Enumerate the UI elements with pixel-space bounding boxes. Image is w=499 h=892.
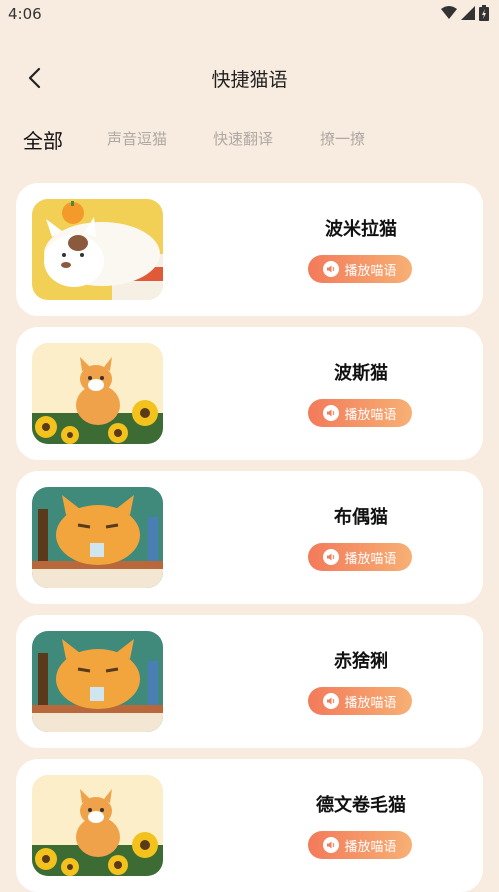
tab-tease[interactable]: 撩一撩 <box>320 128 365 149</box>
tab-quick-translate[interactable]: 快速翻译 <box>213 128 273 149</box>
tab-all[interactable]: 全部 <box>23 125 63 154</box>
cat-card[interactable]: 波斯猫 播放喵语 <box>16 327 483 460</box>
play-meow-button[interactable]: 播放喵语 <box>308 687 412 715</box>
speaker-icon <box>323 693 340 709</box>
play-label: 播放喵语 <box>344 839 397 855</box>
cat-name: 波斯猫 <box>334 363 388 384</box>
speaker-icon <box>323 261 340 277</box>
cat-name: 赤猞猁 <box>334 651 388 672</box>
tab-sound-tease[interactable]: 声音逗猫 <box>107 128 167 149</box>
play-meow-button[interactable]: 播放喵语 <box>308 255 412 283</box>
cat-image <box>32 775 163 876</box>
cat-card[interactable]: 赤猞猁 播放喵语 <box>16 615 483 748</box>
cat-image <box>32 343 163 444</box>
signal-icon <box>461 6 475 20</box>
play-label: 播放喵语 <box>344 263 397 279</box>
cat-image <box>32 487 163 588</box>
cat-name: 布偶猫 <box>334 507 388 528</box>
speaker-icon <box>323 837 340 853</box>
play-meow-button[interactable]: 播放喵语 <box>308 543 412 571</box>
status-bar: 4:06 <box>0 0 499 28</box>
speaker-icon <box>323 405 340 421</box>
speaker-icon <box>323 549 340 565</box>
cat-name: 波米拉猫 <box>325 219 397 240</box>
tab-bar: 全部 声音逗猫 快速翻译 撩一撩 <box>0 128 499 162</box>
cat-card[interactable]: 波米拉猫 播放喵语 <box>16 183 483 316</box>
battery-icon <box>479 5 489 21</box>
status-icons <box>441 5 489 21</box>
play-label: 播放喵语 <box>344 695 397 711</box>
page-title: 快捷猫语 <box>211 69 288 91</box>
status-time: 4:06 <box>8 5 42 23</box>
cat-card[interactable]: 德文卷毛猫 播放喵语 <box>16 759 483 892</box>
wifi-icon <box>441 6 457 19</box>
play-label: 播放喵语 <box>344 551 397 567</box>
play-label: 播放喵语 <box>344 407 397 423</box>
cat-image <box>32 199 163 300</box>
cat-name: 德文卷毛猫 <box>316 795 406 816</box>
cat-image <box>32 631 163 732</box>
cat-card[interactable]: 布偶猫 播放喵语 <box>16 471 483 604</box>
play-meow-button[interactable]: 播放喵语 <box>308 399 412 427</box>
play-meow-button[interactable]: 播放喵语 <box>308 831 412 859</box>
header: 快捷猫语 <box>0 55 499 101</box>
